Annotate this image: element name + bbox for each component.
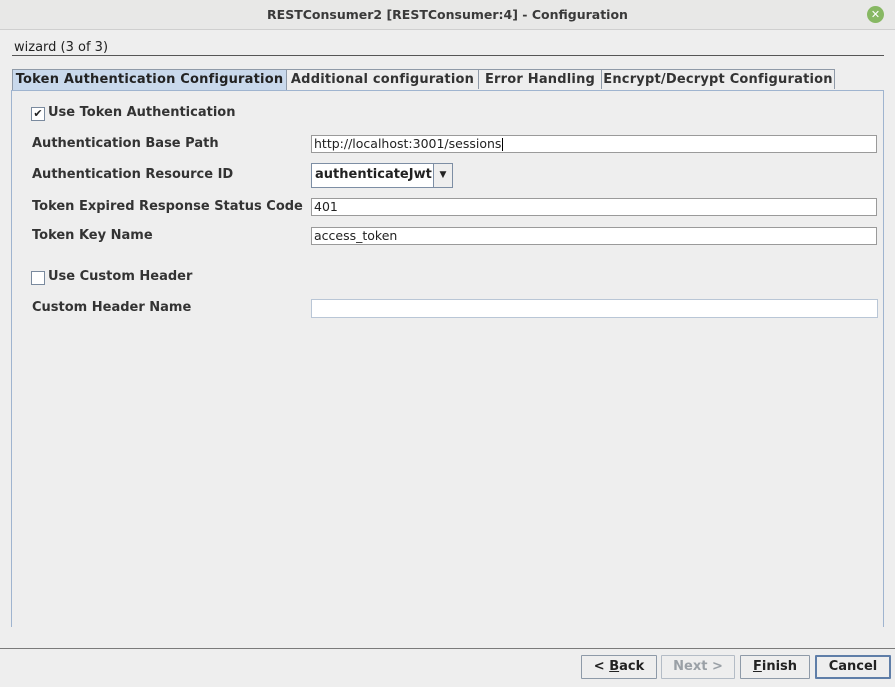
text-caret xyxy=(502,138,504,151)
token-key-name-label: Token Key Name xyxy=(32,228,153,243)
tab-token-authentication[interactable]: Token Authentication Configuration xyxy=(12,69,287,91)
next-button[interactable]: Next > xyxy=(661,655,735,679)
back-button-prefix: < xyxy=(593,659,610,674)
tab-encrypt-decrypt[interactable]: Encrypt/Decrypt Configuration xyxy=(601,69,835,89)
use-token-auth-checkbox[interactable]: ✔ xyxy=(31,107,45,121)
custom-header-name-label: Custom Header Name xyxy=(32,300,192,315)
use-token-auth-label: Use Token Authentication xyxy=(48,105,236,120)
footer-divider xyxy=(0,648,895,649)
finish-button-mnemonic: F xyxy=(752,659,762,674)
auth-resource-id-select[interactable]: authenticateJwt ▼ xyxy=(311,163,453,188)
wizard-step-label: wizard (3 of 3) xyxy=(14,40,109,55)
tab-error-handling[interactable]: Error Handling xyxy=(478,69,602,89)
auth-resource-id-label: Authentication Resource ID xyxy=(32,167,234,182)
use-custom-header-checkbox[interactable] xyxy=(31,271,45,285)
auth-base-path-input[interactable]: http://localhost:3001/sessions xyxy=(311,135,877,153)
chevron-down-icon[interactable]: ▼ xyxy=(433,164,452,187)
token-expired-code-input[interactable]: 401 xyxy=(311,198,877,216)
finish-button[interactable]: Finish xyxy=(740,655,810,679)
window-title: RESTConsumer2 [RESTConsumer:4] - Configu… xyxy=(267,7,628,22)
wizard-divider xyxy=(12,55,884,56)
use-custom-header-label: Use Custom Header xyxy=(48,269,193,284)
back-button-rest: ack xyxy=(619,659,645,674)
auth-base-path-label: Authentication Base Path xyxy=(32,136,219,151)
title-bar: RESTConsumer2 [RESTConsumer:4] - Configu… xyxy=(0,0,895,30)
tab-additional-configuration[interactable]: Additional configuration xyxy=(286,69,479,89)
custom-header-name-input[interactable] xyxy=(311,299,878,318)
auth-base-path-value: http://localhost:3001/sessions xyxy=(314,136,502,151)
close-icon[interactable]: ✕ xyxy=(867,6,884,23)
cancel-button[interactable]: Cancel xyxy=(815,655,891,679)
token-key-name-input[interactable]: access_token xyxy=(311,227,877,245)
token-expired-code-label: Token Expired Response Status Code xyxy=(32,199,303,214)
finish-button-rest: inish xyxy=(761,659,798,674)
back-button-mnemonic: B xyxy=(609,659,620,674)
back-button[interactable]: < Back xyxy=(581,655,657,679)
auth-resource-id-value: authenticateJwt xyxy=(315,167,432,182)
